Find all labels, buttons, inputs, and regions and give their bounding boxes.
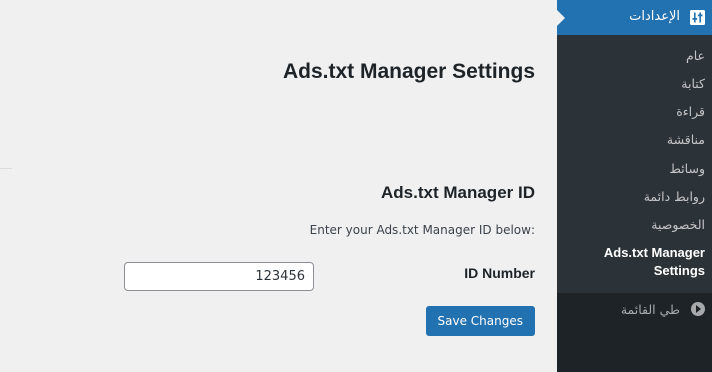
collapse-play-icon [691,302,705,316]
submenu-item-general[interactable]: عام [686,48,705,63]
settings-main: Ads.txt Manager Settings Ads.txt Manager… [0,0,557,372]
sidebar-item-label: الإعدادات [629,9,680,24]
section-title: Ads.txt Manager ID [381,183,535,202]
collapse-menu-label: طي القائمة [620,302,680,317]
submenu-item-writing[interactable]: كتابة [681,76,705,91]
admin-sidebar: الإعدادات عام كتابة قراءة مناقشة وسائط ر… [557,0,712,372]
id-number-input[interactable] [124,262,314,291]
sidebar-item-settings[interactable]: الإعدادات [557,0,712,35]
submenu-item-ads-txt-manager[interactable]: Ads.txt Manager Settings [570,244,705,280]
current-menu-arrow [557,10,565,26]
divider [0,168,12,169]
submenu-item-permalinks[interactable]: روابط دائمة [644,189,705,204]
submenu-item-discussion[interactable]: مناقشة [667,132,705,147]
page-title: Ads.txt Manager Settings [282,60,535,83]
id-number-label: ID Number [464,265,535,281]
submenu-item-media[interactable]: وسائط [669,161,705,176]
section-description: :Enter your Ads.txt Manager ID below [309,223,535,237]
settings-submenu: عام كتابة قراءة مناقشة وسائط روابط دائمة… [557,35,712,293]
submenu-item-reading[interactable]: قراءة [676,104,705,119]
collapse-menu-button[interactable]: طي القائمة [557,293,712,323]
save-changes-button[interactable]: Save Changes [425,306,535,336]
settings-sliders-icon [690,10,705,25]
submenu-item-privacy[interactable]: الخصوصية [651,217,705,232]
